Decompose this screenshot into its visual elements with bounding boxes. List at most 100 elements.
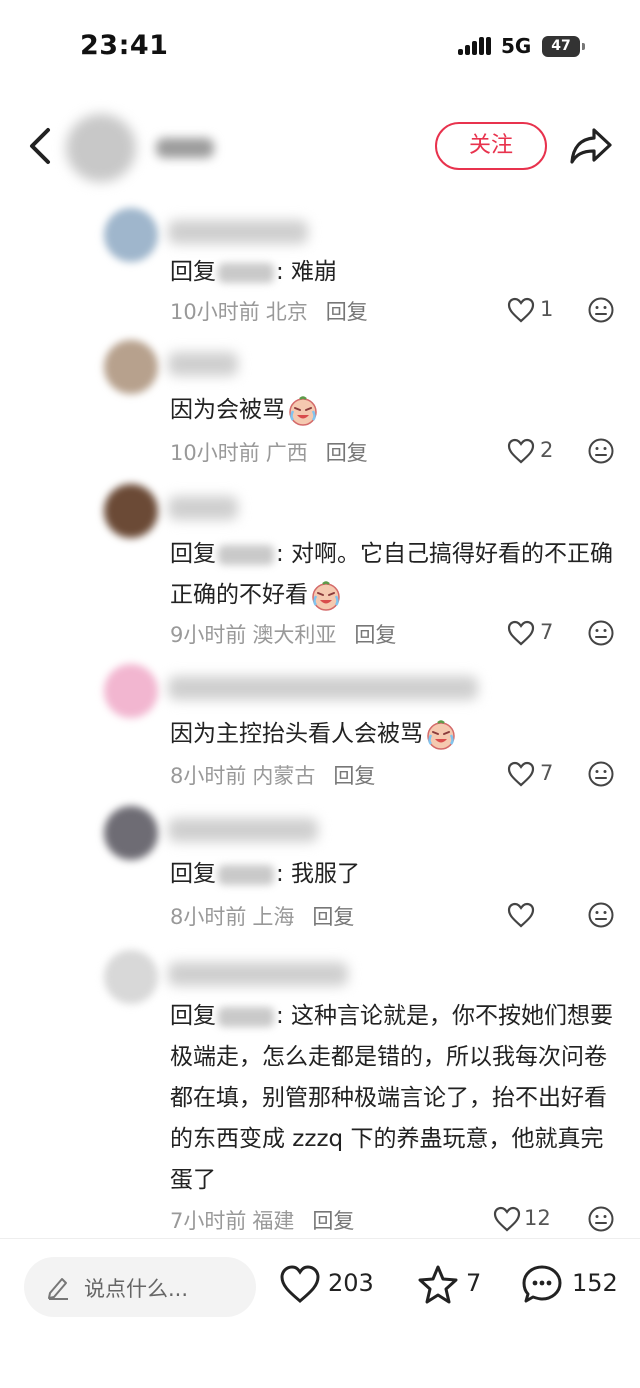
reaction-face-icon[interactable] xyxy=(587,296,615,324)
comment-time: 9小时前 xyxy=(170,623,247,647)
reaction-face-icon[interactable] xyxy=(587,437,615,465)
comment-meta: 10小时前 北京 回复 xyxy=(170,296,368,326)
reply-link[interactable]: 回复 xyxy=(312,905,354,929)
comment-text: 因为会被骂 xyxy=(170,390,620,431)
crying-laugh-emoji-icon xyxy=(289,395,317,426)
comment-location: 北京 xyxy=(265,300,308,324)
comment-like-count: 1 xyxy=(540,297,554,321)
commenter-name-blurred[interactable] xyxy=(168,676,478,700)
comment-location: 上海 xyxy=(252,905,295,929)
back-arrow-icon[interactable] xyxy=(22,122,62,170)
status-bar: 23:41 5G 47 xyxy=(0,0,640,96)
commenter-avatar[interactable] xyxy=(104,208,158,262)
comments-button[interactable]: 152 xyxy=(520,1263,630,1309)
top-nav: 关注 xyxy=(0,100,640,196)
network-type: 5G xyxy=(501,34,532,58)
comment-location: 澳大利亚 xyxy=(252,623,337,647)
comment-like-heart-icon[interactable] xyxy=(506,901,536,929)
comment-like-heart-icon[interactable] xyxy=(492,1205,522,1233)
comment-like-count: 7 xyxy=(540,620,554,644)
battery-level: 47 xyxy=(551,38,571,54)
favorite-count: 7 xyxy=(466,1269,482,1297)
reaction-face-icon[interactable] xyxy=(587,619,615,647)
commenter-avatar[interactable] xyxy=(104,950,158,1004)
comment-like-heart-icon[interactable] xyxy=(506,296,536,324)
reaction-face-icon[interactable] xyxy=(587,1205,615,1233)
crying-laugh-emoji-icon xyxy=(427,719,455,750)
comment-meta: 9小时前 澳大利亚 回复 xyxy=(170,619,396,649)
reply-target-name-blurred xyxy=(218,544,274,565)
like-post-button[interactable]: 203 xyxy=(278,1263,378,1309)
commenter-avatar[interactable] xyxy=(104,664,158,718)
reply-prefix: 回复 xyxy=(170,541,216,567)
comment-text: 回复: 这种言论就是，你不按她们想要极端走，怎么走都是错的，所以我每次问卷都在填… xyxy=(170,996,620,1201)
comment-time: 7小时前 xyxy=(170,1209,247,1233)
reply-prefix: 回复 xyxy=(170,861,216,887)
comment-location: 内蒙古 xyxy=(252,764,316,788)
author-avatar[interactable] xyxy=(66,114,136,182)
reply-link[interactable]: 回复 xyxy=(312,1209,354,1233)
commenter-avatar[interactable] xyxy=(104,806,158,860)
post-like-count: 203 xyxy=(328,1269,374,1297)
comment-like-count: 12 xyxy=(524,1206,551,1230)
comment-body: 因为主控抬头看人会被骂 xyxy=(170,721,423,747)
comment-text: 因为主控抬头看人会被骂 xyxy=(170,714,620,755)
comment-meta: 8小时前 上海 回复 xyxy=(170,901,354,931)
comment-like-heart-icon[interactable] xyxy=(506,437,536,465)
battery-icon: 47 xyxy=(542,36,585,57)
signal-icon xyxy=(458,37,492,55)
comment-text: 回复 : 难崩 xyxy=(170,252,620,293)
comment-input[interactable]: 说点什么... xyxy=(24,1257,256,1317)
comment-body: : 我服了 xyxy=(276,861,361,887)
comment-text: 回复 : 我服了 xyxy=(170,854,620,895)
heart-icon xyxy=(280,1265,320,1303)
reply-link[interactable]: 回复 xyxy=(326,300,368,324)
commenter-avatar[interactable] xyxy=(104,340,158,394)
follow-button[interactable]: 关注 xyxy=(435,122,547,170)
comment-text: 回复: 对啊。它自己搞得好看的不正确正确的不好看 xyxy=(170,534,620,616)
comment-bubble-icon xyxy=(522,1265,562,1303)
comment-like-heart-icon[interactable] xyxy=(506,619,536,647)
comment-like-count: 7 xyxy=(540,761,554,785)
comment-meta: 7小时前 福建 回复 xyxy=(170,1205,354,1235)
reply-link[interactable]: 回复 xyxy=(354,623,396,647)
commenter-name-blurred[interactable] xyxy=(168,962,348,986)
comment-like-heart-icon[interactable] xyxy=(506,760,536,788)
commenter-name-blurred[interactable] xyxy=(168,818,318,842)
comment-location: 福建 xyxy=(252,1209,295,1233)
comment-count: 152 xyxy=(572,1269,618,1297)
comment-meta: 8小时前 内蒙古 回复 xyxy=(170,760,375,790)
reply-prefix: 回复 xyxy=(170,1003,216,1029)
favorite-button[interactable]: 7 xyxy=(416,1263,496,1309)
comment-body: : 难崩 xyxy=(276,259,338,285)
comment-location: 广西 xyxy=(265,441,308,465)
comment-body: 因为会被骂 xyxy=(170,397,285,423)
commenter-name-blurred[interactable] xyxy=(168,496,238,520)
comment-like-count: 2 xyxy=(540,438,554,462)
reply-prefix: 回复 xyxy=(170,259,216,285)
reaction-face-icon[interactable] xyxy=(587,760,615,788)
star-icon xyxy=(418,1265,458,1304)
bottom-bar: 说点什么... 203 7 152 xyxy=(0,1238,640,1388)
commenter-name-blurred[interactable] xyxy=(168,352,238,376)
status-time: 23:41 xyxy=(80,30,169,61)
reply-link[interactable]: 回复 xyxy=(326,441,368,465)
commenter-avatar[interactable] xyxy=(104,484,158,538)
comment-meta: 10小时前 广西 回复 xyxy=(170,437,368,467)
reply-target-name-blurred xyxy=(218,864,274,885)
comment-time: 8小时前 xyxy=(170,764,247,788)
share-icon[interactable] xyxy=(568,124,614,168)
reply-link[interactable]: 回复 xyxy=(333,764,375,788)
comment-time: 10小时前 xyxy=(170,441,260,465)
reply-target-name-blurred xyxy=(218,1006,274,1027)
crying-laugh-emoji-icon xyxy=(312,580,340,611)
comment-body: : 这种言论就是，你不按她们想要极端走，怎么走都是错的，所以我每次问卷都在填，别… xyxy=(170,1003,614,1193)
pen-icon xyxy=(48,1278,68,1300)
reply-target-name-blurred xyxy=(218,262,274,283)
comment-time: 10小时前 xyxy=(170,300,260,324)
commenter-name-blurred[interactable] xyxy=(168,220,308,244)
author-name-blurred[interactable] xyxy=(156,138,214,158)
comment-time: 8小时前 xyxy=(170,905,247,929)
reaction-face-icon[interactable] xyxy=(587,901,615,929)
comment-input-placeholder: 说点什么... xyxy=(84,1277,189,1301)
